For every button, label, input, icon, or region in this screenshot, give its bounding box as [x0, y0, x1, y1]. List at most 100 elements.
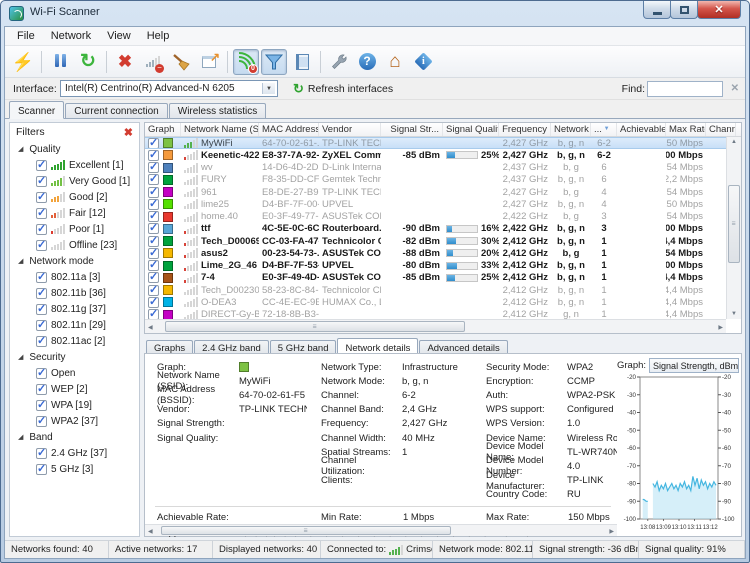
rescan-button[interactable]: ↻ — [75, 49, 101, 75]
menu-network[interactable]: Network — [43, 28, 99, 44]
column-header-vendor[interactable]: Vendor — [319, 123, 381, 136]
scroll-left-icon[interactable]: ◀ — [148, 324, 153, 331]
checkbox[interactable] — [36, 464, 47, 475]
row-checkbox[interactable] — [148, 309, 159, 319]
details-scroll-right-icon[interactable]: ▶ — [609, 528, 614, 535]
collapse-icon[interactable]: ◢ — [18, 353, 23, 361]
detail-tab-graphs[interactable]: Graphs — [146, 340, 193, 354]
table-row[interactable]: Tech_D0006916CC-03-FA-47-...Technicolor … — [145, 235, 726, 247]
row-checkbox[interactable] — [148, 174, 159, 185]
find-input[interactable] — [647, 81, 723, 97]
filter-button[interactable] — [261, 49, 287, 75]
checkbox[interactable] — [36, 448, 47, 459]
row-checkbox[interactable] — [148, 187, 159, 198]
graph-type-select[interactable]: Signal Strength, dBm — [649, 358, 739, 373]
row-checkbox[interactable] — [148, 272, 159, 283]
vertical-scrollbar[interactable]: ▲ ≡ ▼ — [726, 137, 741, 319]
row-checkbox[interactable] — [148, 223, 159, 234]
row-checkbox[interactable] — [148, 199, 159, 210]
collapse-icon[interactable]: ◢ — [18, 257, 23, 265]
filter-group-band[interactable]: ◢Band — [10, 429, 139, 445]
filter-item[interactable]: Open — [10, 365, 139, 381]
filter-item[interactable]: 802.11n [29] — [10, 317, 139, 333]
checkbox[interactable] — [36, 224, 47, 235]
filter-item[interactable]: 5 GHz [3] — [10, 461, 139, 477]
filter-item[interactable]: 802.11a [3] — [10, 269, 139, 285]
table-row[interactable]: wv14-D6-4D-2D...D-Link Internatio...2,43… — [145, 162, 726, 174]
pause-button[interactable] — [47, 49, 73, 75]
collapse-icon[interactable]: ◢ — [18, 433, 23, 441]
column-header-signal[interactable]: Signal Str... — [381, 123, 443, 136]
minimize-button[interactable] — [643, 1, 671, 19]
filter-group-security[interactable]: ◢Security — [10, 349, 139, 365]
log-button[interactable] — [289, 49, 315, 75]
column-header-ach[interactable]: Achievable ... — [617, 123, 666, 136]
column-header-mode[interactable]: Network ... — [551, 123, 591, 136]
column-header-quality[interactable]: Signal Quality — [443, 123, 499, 136]
menu-help[interactable]: Help — [139, 28, 178, 44]
filter-item[interactable]: Offline [23] — [10, 237, 139, 253]
close-filters-icon[interactable]: ✖ — [124, 126, 133, 139]
checkbox[interactable] — [36, 176, 47, 187]
about-button[interactable]: i — [410, 49, 436, 75]
checkbox[interactable] — [36, 336, 47, 347]
vertical-scroll-thumb[interactable]: ≡ — [728, 185, 740, 263]
filter-item[interactable]: Excellent [1] — [10, 157, 139, 173]
maximize-button[interactable] — [670, 1, 698, 19]
detail-tab-2-4-ghz-band[interactable]: 2.4 GHz band — [194, 340, 269, 354]
table-row[interactable]: asus200-23-54-73-...ASUSTek COM...-88 dB… — [145, 247, 726, 259]
checkbox[interactable] — [36, 288, 47, 299]
column-header-graph[interactable]: Graph — [145, 123, 181, 136]
menu-file[interactable]: File — [9, 28, 43, 44]
table-row[interactable]: Keenetic-4227E8-37-7A-92-...ZyXEL Commun… — [145, 149, 726, 161]
checkbox[interactable] — [36, 208, 47, 219]
filter-item[interactable]: Good [2] — [10, 189, 139, 205]
details-scroll-left-icon[interactable]: ◀ — [148, 528, 153, 535]
horizontal-scroll-thumb[interactable]: ≡ — [165, 321, 465, 332]
row-checkbox[interactable] — [148, 285, 159, 296]
checkbox[interactable] — [36, 304, 47, 315]
home-button[interactable]: ⌂ — [382, 49, 408, 75]
checkbox[interactable] — [36, 416, 47, 427]
filter-item[interactable]: 802.11g [37] — [10, 301, 139, 317]
table-row[interactable]: FURYF8-35-DD-CF-...Gemtek Technol...2,43… — [145, 174, 726, 186]
row-checkbox[interactable] — [148, 248, 159, 259]
filter-item[interactable]: WPA2 [37] — [10, 413, 139, 429]
collapse-icon[interactable]: ◢ — [18, 145, 23, 153]
delete-button[interactable]: ✖ — [112, 49, 138, 75]
filter-item[interactable]: 802.11ac [2] — [10, 333, 139, 349]
checkbox[interactable] — [36, 400, 47, 411]
row-checkbox[interactable] — [148, 211, 159, 222]
column-header-ssid[interactable]: Network Name (SSID) — [181, 123, 259, 136]
filter-group-quality[interactable]: ◢Quality — [10, 141, 139, 157]
detail-tab-advanced-details[interactable]: Advanced details — [419, 340, 507, 354]
checkbox[interactable] — [36, 272, 47, 283]
table-row[interactable]: DIRECT-Gy-BRA...72-18-8B-B3-...2,412 GHz… — [145, 309, 726, 320]
tab-wireless-statistics[interactable]: Wireless statistics — [169, 103, 266, 118]
filter-group-network-mode[interactable]: ◢Network mode — [10, 253, 139, 269]
filter-item[interactable]: 802.11b [36] — [10, 285, 139, 301]
close-button[interactable]: ✕ — [697, 1, 741, 19]
table-row[interactable]: 961E8-DE-27-B9-...TP-LINK TECH...2,427 G… — [145, 186, 726, 198]
row-checkbox[interactable] — [148, 150, 159, 161]
refresh-interfaces-button[interactable]: ↻ Refresh interfaces — [293, 82, 393, 95]
settings-button[interactable] — [326, 49, 352, 75]
table-row[interactable]: home.40E0-3F-49-77-...ASUSTek COM...2,42… — [145, 211, 726, 223]
detail-tab-5-ghz-band[interactable]: 5 GHz band — [270, 340, 337, 354]
tab-scanner[interactable]: Scanner — [9, 101, 64, 119]
table-row[interactable]: Tech_D002309458-23-8C-84-...Technicolor … — [145, 284, 726, 296]
checkbox[interactable] — [36, 192, 47, 203]
filter-item[interactable]: 2.4 GHz [37] — [10, 445, 139, 461]
checkbox[interactable] — [36, 160, 47, 171]
column-header-mac[interactable]: MAC Address... — [259, 123, 319, 136]
menu-view[interactable]: View — [99, 28, 139, 44]
column-header-chann[interactable]: Chann... — [706, 123, 736, 136]
checkbox[interactable] — [36, 320, 47, 331]
export-button[interactable]: ↗ — [196, 49, 222, 75]
scroll-up-icon[interactable]: ▲ — [731, 139, 737, 145]
column-header-ch[interactable]: ... ▼ — [591, 123, 617, 136]
details-horizontal-scrollbar[interactable]: ◀ ≡ ▶ — [145, 524, 617, 536]
horizontal-scrollbar[interactable]: ◀ ≡ ▶ — [145, 319, 726, 333]
clear-find-icon[interactable]: ✕ — [731, 83, 739, 94]
title-bar[interactable]: Wi-Fi Scanner ✕ — [1, 1, 749, 26]
